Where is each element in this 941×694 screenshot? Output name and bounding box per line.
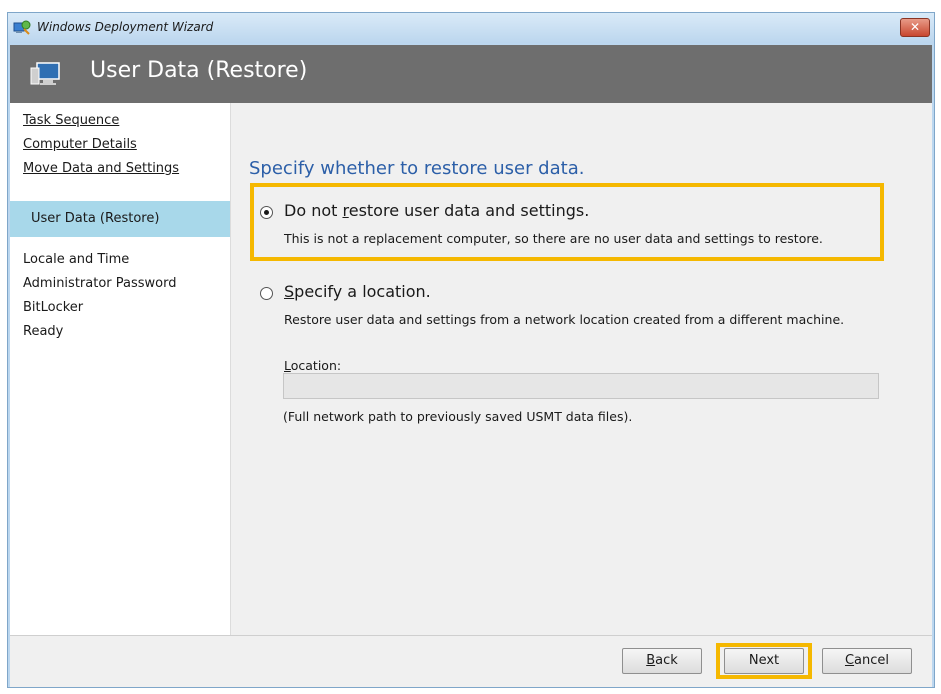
radio-specify-location[interactable]: [260, 287, 273, 300]
nav-item-administrator-password: Administrator Password: [23, 276, 177, 291]
cancel-button[interactable]: Cancel: [822, 648, 912, 674]
next-button[interactable]: Next: [724, 648, 804, 674]
close-button[interactable]: ✕: [900, 18, 930, 37]
nav-item-label: User Data (Restore): [31, 211, 160, 226]
deployment-wizard-icon: [13, 20, 31, 35]
close-icon: ✕: [909, 20, 921, 34]
title-bar[interactable]: Windows Deployment Wizard ✕: [8, 13, 934, 43]
option-do-not-restore-description: This is not a replacement computer, so t…: [284, 231, 823, 246]
back-button[interactable]: Back: [622, 648, 702, 674]
section-heading: Specify whether to restore user data.: [249, 158, 585, 179]
nav-item-move-data-and-settings[interactable]: Move Data and Settings: [23, 161, 179, 176]
nav-item-bitlocker: BitLocker: [23, 300, 84, 315]
wizard-body: Task Sequence Computer Details Move Data…: [10, 103, 932, 635]
page-header: User Data (Restore): [10, 45, 932, 103]
nav-item-locale-and-time: Locale and Time: [23, 252, 130, 267]
option-specify-location-description: Restore user data and settings from a ne…: [284, 312, 845, 327]
nav-item-ready: Ready: [23, 324, 64, 339]
radio-do-not-restore[interactable]: [260, 206, 273, 219]
nav-item-task-sequence[interactable]: Task Sequence: [23, 113, 119, 128]
location-hint: (Full network path to previously saved U…: [283, 409, 633, 424]
window-title: Windows Deployment Wizard: [37, 20, 214, 34]
nav-item-user-data-restore[interactable]: User Data (Restore): [10, 201, 230, 237]
wizard-window: Windows Deployment Wizard ✕ User Data (R…: [7, 12, 935, 688]
selected-option-highlight: [250, 183, 884, 261]
location-input[interactable]: [283, 373, 879, 399]
wizard-footer: Back Next Cancel: [10, 635, 932, 687]
option-specify-location-label[interactable]: Specify a location.: [284, 282, 431, 301]
page-title: User Data (Restore): [90, 58, 308, 83]
nav-item-computer-details[interactable]: Computer Details: [23, 137, 137, 152]
wizard-step-nav: Task Sequence Computer Details Move Data…: [10, 103, 231, 635]
location-label: Location:: [284, 358, 342, 373]
option-do-not-restore-label[interactable]: Do not restore user data and settings.: [284, 201, 589, 220]
computer-monitor-icon: [30, 62, 60, 85]
